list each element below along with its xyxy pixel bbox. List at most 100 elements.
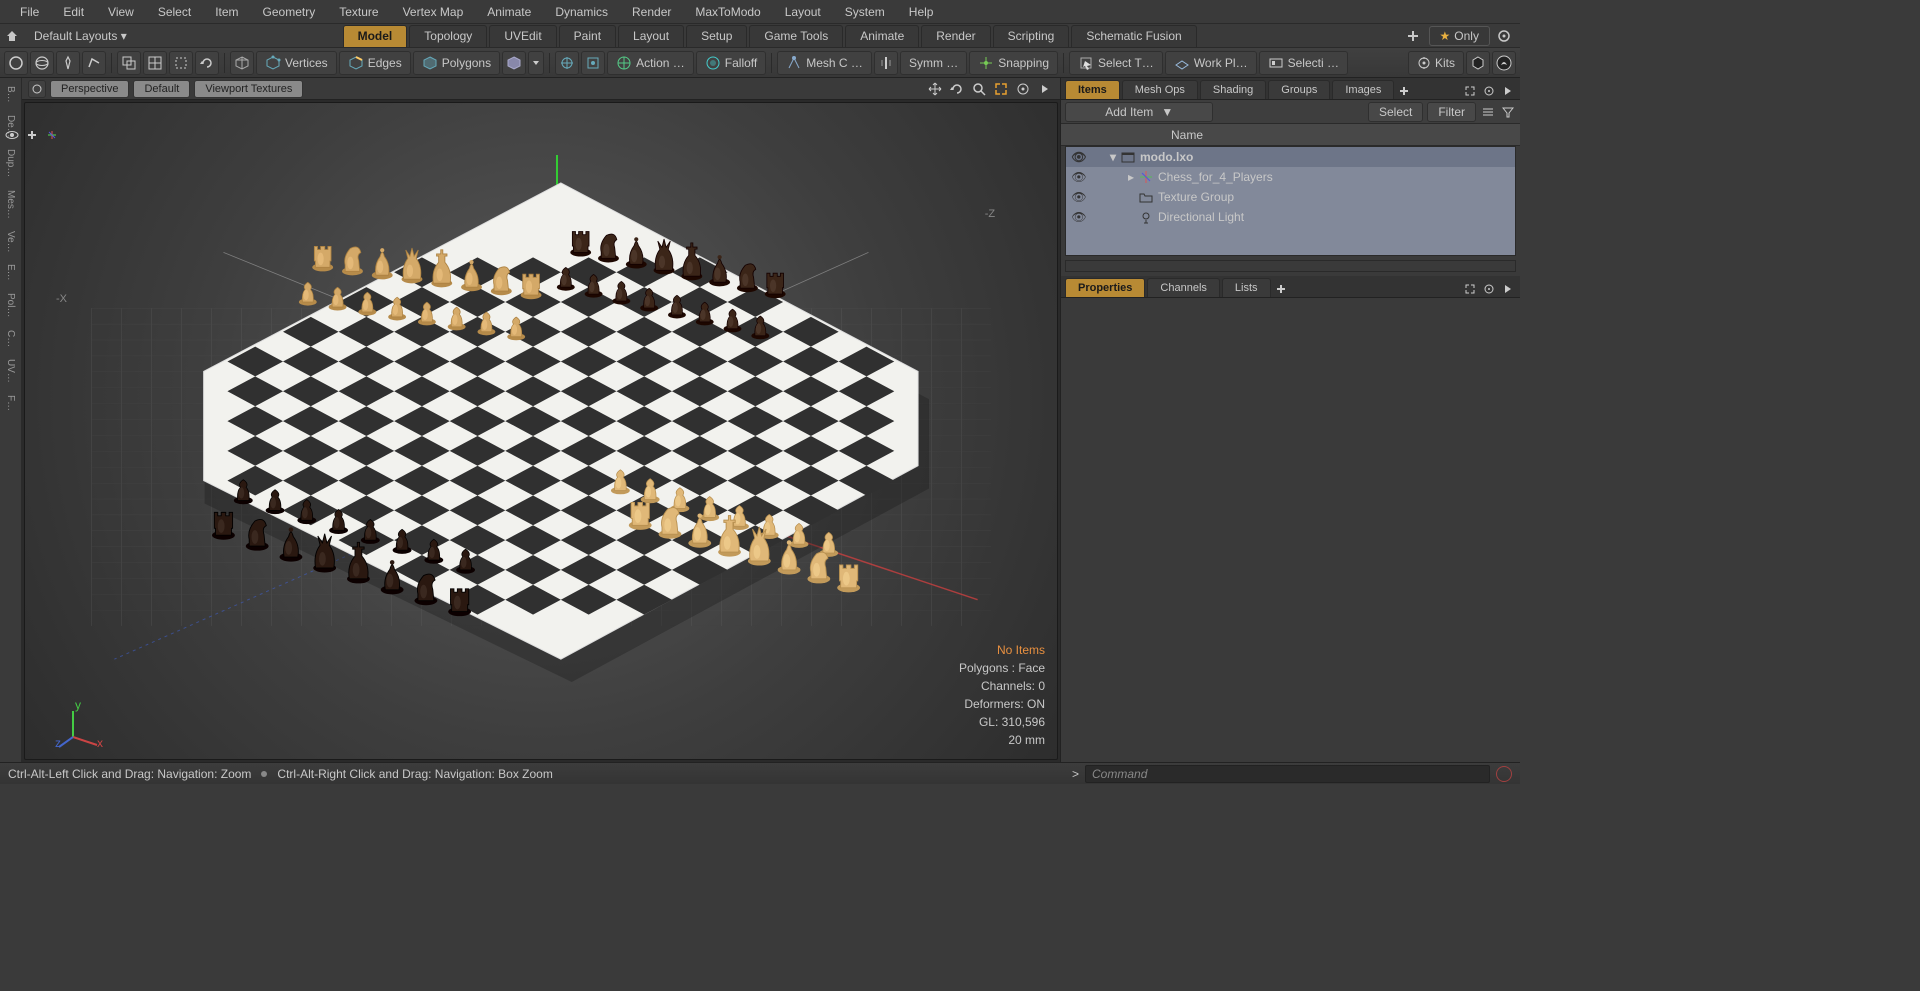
rotate-tool-icon[interactable] bbox=[195, 51, 219, 75]
layout-tab-game-tools[interactable]: Game Tools bbox=[749, 25, 843, 47]
bbox-tool-icon[interactable] bbox=[169, 51, 193, 75]
viewport-menu-icon[interactable] bbox=[28, 80, 46, 98]
lower-tab-properties[interactable]: Properties bbox=[1065, 278, 1145, 297]
locator-column-icon[interactable] bbox=[44, 127, 60, 143]
action-center-button[interactable]: Action … bbox=[607, 51, 694, 75]
center-local-icon[interactable] bbox=[581, 51, 605, 75]
record-icon[interactable] bbox=[1496, 766, 1512, 782]
menu-view[interactable]: View bbox=[96, 0, 146, 24]
menu-system[interactable]: System bbox=[833, 0, 897, 24]
lower-expand-icon[interactable] bbox=[1462, 281, 1478, 297]
lower-gear-icon[interactable] bbox=[1481, 281, 1497, 297]
layout-tab-render[interactable]: Render bbox=[921, 25, 990, 47]
menu-maxtomodo[interactable]: MaxToModo bbox=[683, 0, 772, 24]
only-button[interactable]: ★ Only bbox=[1429, 26, 1490, 46]
items-expand-icon[interactable] bbox=[1462, 83, 1478, 99]
viewport-camera-tab[interactable]: Perspective bbox=[50, 80, 129, 98]
duplicate-tool-icon[interactable] bbox=[117, 51, 141, 75]
layout-tab-paint[interactable]: Paint bbox=[559, 25, 616, 47]
viewport-shading-tab[interactable]: Viewport Textures bbox=[194, 80, 303, 98]
items-funnel-icon[interactable] bbox=[1500, 104, 1516, 120]
tree-item-directional-light[interactable]: 👁Directional Light bbox=[1066, 207, 1515, 227]
unreal-icon[interactable] bbox=[1492, 51, 1516, 75]
viewport-settings-icon[interactable] bbox=[1014, 80, 1032, 98]
zoom-icon[interactable] bbox=[970, 80, 988, 98]
layout-tab-layout[interactable]: Layout bbox=[618, 25, 684, 47]
lasso-tool-icon[interactable] bbox=[82, 51, 106, 75]
kits-button[interactable]: Kits bbox=[1408, 51, 1464, 75]
menu-render[interactable]: Render bbox=[620, 0, 683, 24]
menu-vertex-map[interactable]: Vertex Map bbox=[391, 0, 476, 24]
circle-tool-icon[interactable] bbox=[4, 51, 28, 75]
menu-item[interactable]: Item bbox=[203, 0, 250, 24]
items-list-mode-icon[interactable] bbox=[1480, 104, 1496, 120]
items-tab-items[interactable]: Items bbox=[1065, 80, 1120, 99]
menu-help[interactable]: Help bbox=[897, 0, 946, 24]
lower-next-icon[interactable] bbox=[1500, 281, 1516, 297]
items-tab-images[interactable]: Images bbox=[1332, 80, 1394, 99]
layout-settings-icon[interactable] bbox=[1494, 26, 1514, 46]
symmetry-button[interactable]: Symm … bbox=[900, 51, 967, 75]
lower-tab-channels[interactable]: Channels bbox=[1147, 278, 1219, 297]
tree-item-modo-lxo[interactable]: 👁▾modo.lxo bbox=[1066, 147, 1515, 167]
visibility-column-icon[interactable] bbox=[4, 127, 20, 143]
menu-file[interactable]: File bbox=[8, 0, 51, 24]
layout-tab-setup[interactable]: Setup bbox=[686, 25, 747, 47]
selection-set-button[interactable]: Selecti … bbox=[1259, 51, 1348, 75]
menu-dynamics[interactable]: Dynamics bbox=[543, 0, 620, 24]
items-gear-icon[interactable] bbox=[1481, 83, 1497, 99]
sidestrip-mes[interactable]: Mes… bbox=[5, 190, 16, 219]
menu-layout[interactable]: Layout bbox=[773, 0, 833, 24]
add-layout-icon[interactable] bbox=[1403, 26, 1423, 46]
items-tab-shading[interactable]: Shading bbox=[1200, 80, 1266, 99]
layout-tab-animate[interactable]: Animate bbox=[845, 25, 919, 47]
select-through-button[interactable]: Select T… bbox=[1069, 51, 1163, 75]
component-cube-icon[interactable] bbox=[230, 51, 254, 75]
lower-tab-lists[interactable]: Lists bbox=[1222, 278, 1271, 297]
items-select-button[interactable]: Select bbox=[1368, 102, 1423, 122]
pan-icon[interactable] bbox=[926, 80, 944, 98]
layout-tab-scripting[interactable]: Scripting bbox=[993, 25, 1070, 47]
axis-gizmo[interactable]: y x z bbox=[55, 699, 105, 749]
polygons-mode-button[interactable]: Polygons bbox=[413, 51, 500, 75]
orbit-icon[interactable] bbox=[948, 80, 966, 98]
sidestrip-dup[interactable]: Dup… bbox=[5, 149, 16, 177]
edges-mode-button[interactable]: Edges bbox=[339, 51, 411, 75]
mesh-constraint-button[interactable]: Mesh C … bbox=[777, 51, 872, 75]
command-input[interactable]: Command bbox=[1085, 765, 1490, 783]
grid-snap-icon[interactable] bbox=[143, 51, 167, 75]
sidestrip-uv[interactable]: UV… bbox=[5, 359, 16, 383]
items-filter-button[interactable]: Filter bbox=[1427, 102, 1476, 122]
sidestrip-ve[interactable]: Ve… bbox=[5, 231, 16, 253]
vertices-mode-button[interactable]: Vertices bbox=[256, 51, 337, 75]
snapping-button[interactable]: Snapping bbox=[969, 51, 1058, 75]
tree-scrollbar[interactable] bbox=[1065, 260, 1516, 272]
work-plane-button[interactable]: Work Pl… bbox=[1165, 51, 1257, 75]
menu-texture[interactable]: Texture bbox=[327, 0, 390, 24]
3d-viewport[interactable]: -X -Z bbox=[24, 102, 1058, 760]
viewport-preset-tab[interactable]: Default bbox=[133, 80, 190, 98]
maximize-icon[interactable] bbox=[992, 80, 1010, 98]
menu-select[interactable]: Select bbox=[146, 0, 203, 24]
viewport-next-icon[interactable] bbox=[1036, 80, 1054, 98]
sidestrip-f[interactable]: F… bbox=[5, 395, 16, 411]
tree-item-chess-for-4-players[interactable]: 👁▸Chess_for_4_Players bbox=[1066, 167, 1515, 187]
layout-tab-model[interactable]: Model bbox=[343, 25, 408, 47]
symmetry-axis-icon[interactable] bbox=[874, 51, 898, 75]
items-tab-groups[interactable]: Groups bbox=[1268, 80, 1330, 99]
sidestrip-c[interactable]: C… bbox=[5, 330, 16, 347]
layout-tab-topology[interactable]: Topology bbox=[409, 25, 487, 47]
sphere-tool-icon[interactable] bbox=[30, 51, 54, 75]
falloff-button[interactable]: Falloff bbox=[696, 51, 766, 75]
item-tree[interactable]: 👁▾modo.lxo👁▸Chess_for_4_Players👁Texture … bbox=[1065, 146, 1516, 256]
home-icon[interactable] bbox=[0, 24, 24, 48]
lower-add-tab-icon[interactable] bbox=[1273, 281, 1289, 297]
pin-tool-icon[interactable] bbox=[56, 51, 80, 75]
add-item-button[interactable]: Add Item ▼ bbox=[1065, 102, 1213, 122]
layout-preset-dropdown[interactable]: Default Layouts ▾ bbox=[24, 24, 137, 48]
material-cube-icon[interactable] bbox=[502, 51, 526, 75]
dropdown-icon[interactable] bbox=[528, 51, 544, 75]
items-next-icon[interactable] bbox=[1500, 83, 1516, 99]
layout-tab-schematic-fusion[interactable]: Schematic Fusion bbox=[1071, 25, 1196, 47]
menu-geometry[interactable]: Geometry bbox=[251, 0, 328, 24]
